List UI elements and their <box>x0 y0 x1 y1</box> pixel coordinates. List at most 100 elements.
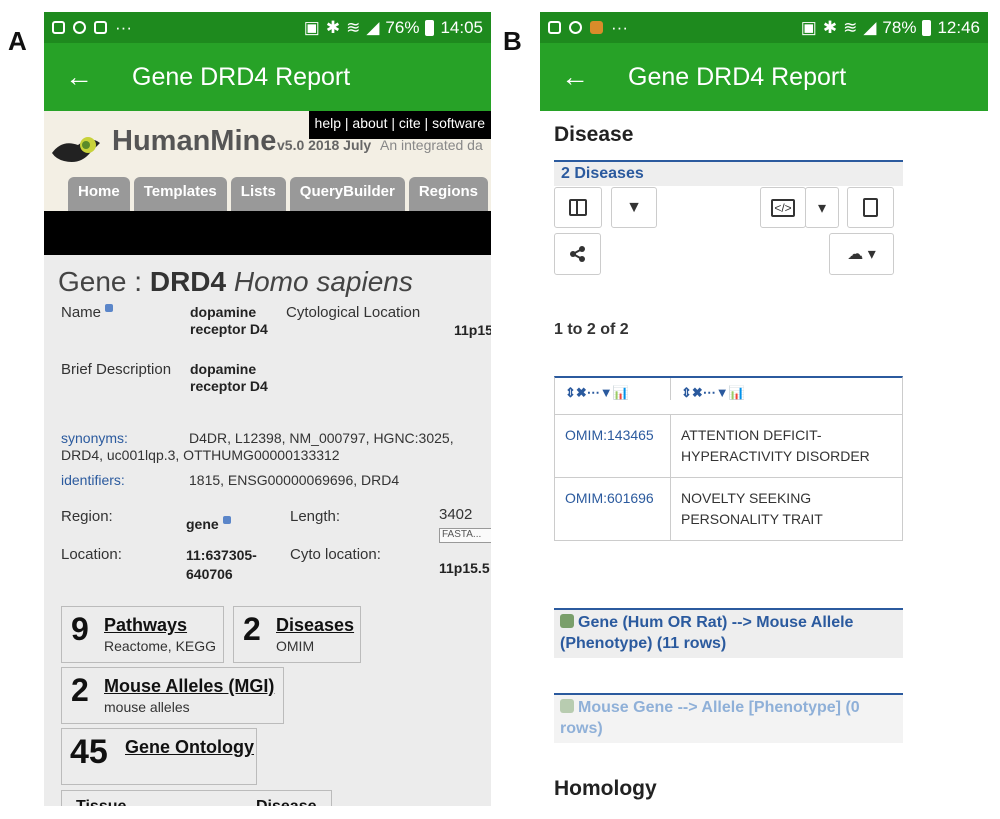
app-bar: ← Gene DRD4 Report <box>540 43 988 111</box>
template-link-mouse-gene-allele[interactable]: Mouse Gene --> Allele [Phenotype] (0 row… <box>554 693 903 743</box>
name-value: dopamine receptor D4 <box>190 304 268 337</box>
code-export-button[interactable]: </> <box>760 187 806 228</box>
back-arrow-icon[interactable]: ← <box>540 61 610 93</box>
app-bar: ← Gene DRD4 Report <box>44 43 491 111</box>
caret-down-icon: ▾ <box>817 199 827 217</box>
brief-description-label: Brief Description <box>61 361 172 378</box>
omim-id-link[interactable]: OMIM:143465 <box>555 415 671 477</box>
app-notification-icon <box>548 21 561 34</box>
puzzle-icon <box>560 614 574 628</box>
summary-count: 9 <box>71 611 89 647</box>
app-icon <box>590 21 603 34</box>
columns-button[interactable] <box>554 187 602 228</box>
summary-box-gene-ontology[interactable]: 45 Gene Ontology <box>61 728 257 785</box>
battery-icon <box>922 19 932 36</box>
nav-tab-home[interactable]: Home <box>68 177 130 211</box>
name-label: Name <box>61 304 114 321</box>
gene-organism: Homo sapiens <box>233 266 413 297</box>
gallery-icon <box>52 21 65 34</box>
summary-box-mouse-alleles[interactable]: 2 Mouse Alleles (MGI) mouse alleles <box>61 667 284 724</box>
top-links[interactable]: help | about | cite | software <box>308 111 491 139</box>
bluetooth-icon: ✱ <box>822 17 838 37</box>
app-notification-icon <box>94 21 107 34</box>
panel-label-a: A <box>8 26 27 56</box>
column-header-controls[interactable]: ⇕✖⋯▼📊 <box>555 378 671 400</box>
download-file-button[interactable] <box>847 187 894 228</box>
header-divider <box>44 211 491 255</box>
tab-disease[interactable]: Disease <box>256 798 317 806</box>
clock: 14:05 <box>440 17 483 37</box>
identifiers-link[interactable]: identifiers: <box>61 472 125 488</box>
location-label: Location: <box>61 546 122 563</box>
status-bar: ··· ▣ ✱ ≋ ◢ 76% 14:05 <box>44 12 491 43</box>
bluetooth-icon: ✱ <box>325 17 341 37</box>
gene-symbol: DRD4 <box>149 266 227 297</box>
nav-tab-lists[interactable]: Lists <box>230 177 286 211</box>
summary-subtitle: mouse alleles <box>104 699 190 715</box>
battery-percent: 76% <box>385 17 420 37</box>
summary-count: 2 <box>243 611 261 647</box>
info-icon[interactable] <box>105 304 114 312</box>
clock: 12:46 <box>937 17 980 37</box>
template-link-mouse-allele[interactable]: Gene (Hum OR Rat) --> Mouse Allele (Phen… <box>554 608 903 658</box>
summary-title[interactable]: Pathways <box>104 615 187 636</box>
battery-percent: 78% <box>882 17 917 37</box>
filter-icon: ▼ <box>626 198 642 216</box>
cloud-upload-icon: ☁ <box>847 246 864 263</box>
disease-name: NOVELTY SEEKING PERSONALITY TRAIT <box>681 490 823 527</box>
column-header-controls[interactable]: ⇕✖⋯▼📊 <box>671 378 902 414</box>
humanmine-name: HumanMine <box>112 125 277 157</box>
humanmine-tagline: An integrated da <box>380 137 483 153</box>
summary-count: 2 <box>71 672 89 708</box>
code-export-dropdown[interactable]: ▾ <box>805 187 839 228</box>
face-icon <box>73 21 86 34</box>
tab-tissue[interactable]: Tissue <box>76 798 126 806</box>
table-row: OMIM:601696 NOVELTY SEEKING PERSONALITY … <box>555 478 902 541</box>
disease-name: ATTENTION DEFICIT-HYPERACTIVITY DISORDER <box>681 427 870 464</box>
battery-icon <box>425 19 435 36</box>
humanmine-logo-icon <box>52 137 100 162</box>
signal-icon: ◢ <box>366 17 380 37</box>
summary-subtitle: OMIM <box>276 638 315 654</box>
gene-title: Gene : DRD4 Homo sapiens <box>58 266 413 298</box>
status-bar: ··· ▣ ✱ ≋ ◢ 78% 12:46 <box>540 12 988 43</box>
columns-icon <box>569 199 587 216</box>
cloud-upload-button[interactable]: ☁ ▾ <box>829 233 894 275</box>
template-title: Gene (Hum OR Rat) --> Mouse Allele (Phen… <box>560 614 854 652</box>
fasta-button[interactable]: FASTA... <box>439 528 491 543</box>
nfc-icon: ▣ <box>303 17 320 37</box>
length-value: 3402 <box>439 506 473 523</box>
synonyms-value-cont: DRD4, uc001lqp.3, OTTHUMG00000133312 <box>61 447 340 463</box>
synonyms-link[interactable]: synonyms: <box>61 430 128 446</box>
code-file-icon: </> <box>771 198 795 217</box>
info-icon[interactable] <box>222 516 231 524</box>
diseases-count-bar: 2 Diseases <box>554 160 903 186</box>
homology-heading: Homology <box>554 777 657 800</box>
region-value: gene <box>186 516 231 532</box>
filter-button[interactable]: ▼ <box>611 187 657 228</box>
nav-tab-querybuilder[interactable]: QueryBuilder <box>289 177 405 211</box>
region-label: Region: <box>61 508 113 525</box>
back-arrow-icon[interactable]: ← <box>44 61 114 93</box>
phone-screenshot-a: ··· ▣ ✱ ≋ ◢ 76% 14:05 ← Gene DRD4 Report… <box>44 12 491 806</box>
cytological-location-label: Cytological Location <box>286 304 421 321</box>
panel-label-b: B <box>503 26 522 56</box>
table-row: OMIM:143465 ATTENTION DEFICIT-HYPERACTIV… <box>555 415 902 478</box>
app-title: Gene DRD4 Report <box>628 62 847 91</box>
summary-title[interactable]: Gene Ontology <box>125 737 254 758</box>
nav-tab-templates[interactable]: Templates <box>133 177 227 211</box>
file-icon <box>863 198 878 217</box>
table-header: ⇕✖⋯▼📊 ⇕✖⋯▼📊 <box>555 378 902 415</box>
humanmine-version: v5.0 2018 July <box>277 137 372 153</box>
cyto-location-value: 11p15.5 <box>439 560 490 576</box>
identifiers-value: 1815, ENSG00000069696, DRD4 <box>189 472 400 488</box>
summary-title[interactable]: Mouse Alleles (MGI) <box>104 676 274 697</box>
summary-title[interactable]: Diseases <box>276 615 354 636</box>
summary-box-pathways[interactable]: 9 Pathways Reactome, KEGG <box>61 606 224 663</box>
share-button[interactable] <box>554 233 601 275</box>
omim-id-link[interactable]: OMIM:601696 <box>555 478 671 540</box>
summary-box-diseases[interactable]: 2 Diseases OMIM <box>233 606 361 663</box>
humanmine-header: help | about | cite | software HumanMine… <box>44 111 491 211</box>
phone-screenshot-b: ··· ▣ ✱ ≋ ◢ 78% 12:46 ← Gene DRD4 Report… <box>540 12 988 806</box>
nav-tab-regions[interactable]: Regions <box>408 177 489 211</box>
